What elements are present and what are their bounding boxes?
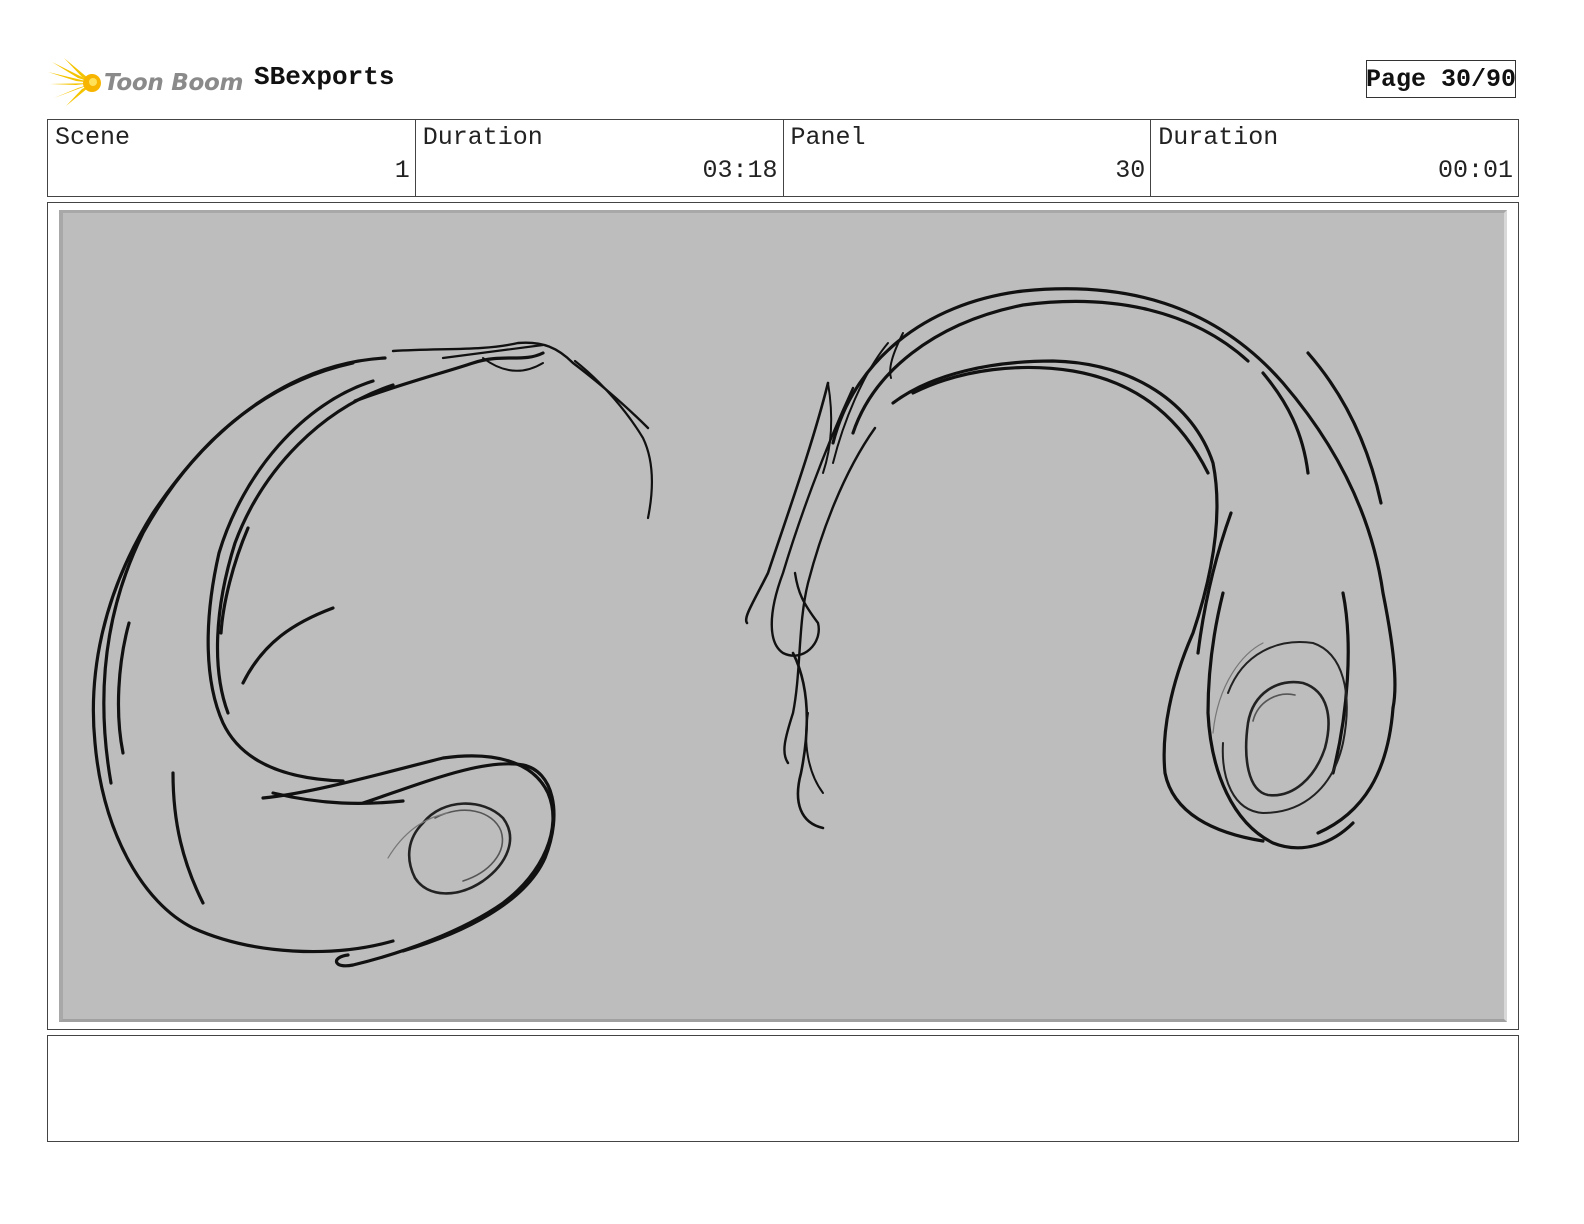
panel-cell: Panel 30 (784, 120, 1152, 196)
panel-frame (47, 202, 1519, 1030)
left-tube-hole (387, 802, 512, 895)
scene-label: Scene (55, 123, 131, 152)
storyboard-panel-image (59, 210, 1507, 1022)
scene-duration-value: 03:18 (702, 156, 778, 185)
left-tube-sketch (91, 341, 653, 968)
scene-duration-label: Duration (422, 123, 543, 152)
project-title: SBexports (254, 62, 395, 92)
logo-wordmark: Toon Boom (104, 70, 244, 96)
panel-info-table: Scene 1 Duration 03:18 Panel 30 Duration… (47, 119, 1519, 197)
sketch-drawing (91, 287, 1397, 968)
panel-notes-box (47, 1035, 1519, 1142)
right-tube-sketch (744, 287, 1397, 850)
scene-duration-cell: Duration 03:18 (416, 120, 784, 196)
scene-cell: Scene 1 (48, 120, 416, 196)
toon-boom-logo: Toon Boom (48, 56, 243, 108)
page-indicator: Page 30/90 (1366, 60, 1516, 98)
panel-value: 30 (1115, 156, 1146, 185)
panel-duration-value: 00:01 (1437, 156, 1513, 185)
starburst-icon (48, 58, 101, 106)
panel-duration-cell: Duration 00:01 (1151, 120, 1518, 196)
scene-value: 1 (394, 156, 410, 185)
panel-duration-label: Duration (1158, 123, 1279, 152)
right-tube-hole (1212, 641, 1348, 815)
page-header: Toon Boom SBexports Page 30/90 (48, 52, 1536, 108)
panel-label: Panel (790, 123, 866, 152)
